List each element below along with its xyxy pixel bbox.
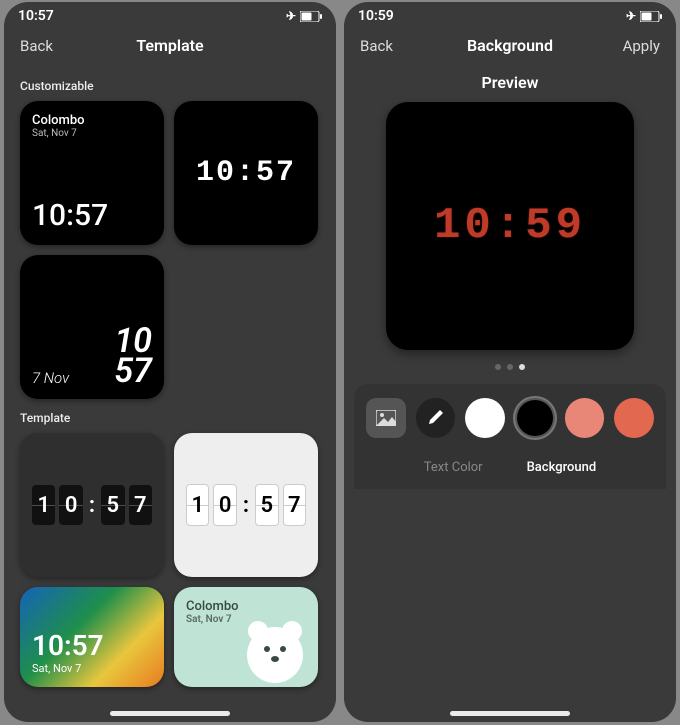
page-title: Background [467, 36, 553, 55]
dot-active[interactable] [519, 364, 525, 370]
widget-time: 10:57 [32, 198, 152, 233]
image-icon [376, 410, 396, 426]
home-indicator[interactable] [450, 711, 570, 716]
widget-date: Sat, Nov 7 [32, 662, 152, 675]
tab-text-color[interactable]: Text Color [424, 460, 483, 475]
widget-date: 7 Nov [32, 369, 69, 387]
dot[interactable] [507, 364, 513, 370]
airplane-icon: ✈︎ [286, 9, 296, 23]
flip-row: 1 0 : 5 7 [32, 445, 152, 565]
page-title: Template [136, 36, 203, 55]
battery-icon [300, 11, 322, 22]
status-bar: 10:57 ✈︎ [4, 2, 336, 24]
section-customizable: Customizable [4, 67, 336, 101]
widget-time: 10:57 [196, 156, 296, 190]
widget-digital-clock[interactable]: 10:57 [174, 101, 318, 245]
widget-time: 10:57 [32, 629, 152, 662]
background-screen: 10:59 ✈︎ Back Background Apply Preview 1… [344, 2, 676, 722]
dot[interactable] [495, 364, 501, 370]
widget-flip-light[interactable]: 1 0 : 5 7 [174, 433, 318, 577]
flip-separator: : [87, 493, 97, 518]
widget-min: 57 [114, 356, 152, 387]
tab-background[interactable]: Background [527, 460, 597, 475]
page-dots[interactable] [344, 364, 676, 370]
picker-tabs: Text Color Background [366, 460, 654, 475]
flip-separator: : [241, 493, 251, 518]
status-bar: 10:59 ✈︎ [344, 2, 676, 24]
widget-bear-clock[interactable]: Colombo Sat, Nov 7 [174, 587, 318, 687]
flip-row: 1 0 : 5 7 [186, 445, 306, 565]
flip-digit: 0 [213, 484, 236, 526]
photo-picker-button[interactable] [366, 398, 406, 438]
customizable-grid: Colombo Sat, Nov 7 10:57 10:57 7 Nov 10 … [4, 101, 336, 399]
status-icons: ✈︎ [626, 9, 662, 23]
preview-label: Preview [344, 73, 676, 92]
template-grid: 1 0 : 5 7 1 0 : 5 7 10:57 Sat, Nov 7 [4, 433, 336, 687]
flip-digit: 7 [129, 485, 152, 525]
home-indicator[interactable] [110, 711, 230, 716]
back-button[interactable]: Back [20, 37, 68, 55]
status-time: 10:57 [18, 8, 54, 24]
bear-icon [240, 613, 310, 683]
flip-digit: 7 [283, 484, 306, 526]
apply-button[interactable]: Apply [612, 37, 660, 55]
color-picker-panel: Text Color Background [354, 384, 666, 489]
widget-city-clock[interactable]: Colombo Sat, Nov 7 10:57 [20, 101, 164, 245]
widget-city: Colombo [186, 599, 306, 614]
color-swatch-coral[interactable] [614, 398, 654, 438]
color-swatch-salmon[interactable] [565, 398, 605, 438]
flip-digit: 5 [101, 485, 124, 525]
eyedropper-icon [426, 409, 444, 427]
widget-city: Colombo [32, 113, 152, 128]
template-screen: 10:57 ✈︎ Back Template Customizable Colo… [4, 2, 336, 722]
preview-widget: 10:59 [386, 102, 634, 350]
eyedropper-button[interactable] [416, 398, 456, 438]
widget-flip-dark[interactable]: 1 0 : 5 7 [20, 433, 164, 577]
color-swatch-white[interactable] [465, 398, 505, 438]
widget-side-clock[interactable]: 7 Nov 10 57 [20, 255, 164, 399]
airplane-icon: ✈︎ [626, 9, 636, 23]
nav-bar: Back Template [4, 24, 336, 67]
status-icons: ✈︎ [286, 9, 322, 23]
widget-colorful-clock[interactable]: 10:57 Sat, Nov 7 [20, 587, 164, 687]
flip-digit: 0 [59, 485, 82, 525]
flip-digit: 5 [255, 484, 278, 526]
status-time: 10:59 [358, 8, 394, 24]
battery-icon [640, 11, 662, 22]
back-button[interactable]: Back [360, 37, 408, 55]
flip-digit: 1 [186, 484, 209, 526]
widget-time: 10 57 [114, 326, 152, 387]
preview-time: 10:59 [434, 201, 586, 251]
swatch-row [366, 398, 654, 438]
color-swatch-black[interactable] [515, 398, 555, 438]
widget-date: Sat, Nov 7 [32, 128, 152, 139]
flip-digit: 1 [32, 485, 55, 525]
nav-bar: Back Background Apply [344, 24, 676, 67]
section-template: Template [4, 399, 336, 433]
